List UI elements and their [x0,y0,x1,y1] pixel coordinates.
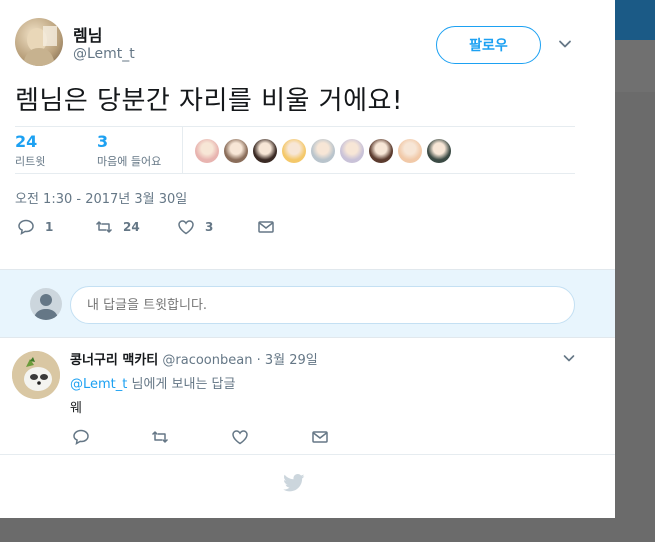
reply-input[interactable] [70,286,575,324]
retweet-icon[interactable] [151,428,169,446]
tweet-header: 렘님 @Lemt_t 팔로우 [15,18,600,70]
replying-to: @Lemt_t 님에게 보내는 답글 [70,373,235,392]
reply-mention-link[interactable]: @Lemt_t [70,377,127,392]
author-avatar[interactable] [15,18,63,66]
reply-icon[interactable] [72,428,90,446]
liker-avatar[interactable] [369,139,393,163]
liker-avatar[interactable] [398,139,422,163]
tweet-timestamp[interactable]: 오전 1:30 - 2017년 3월 30일 [15,188,187,207]
reply-icon [18,219,34,235]
retweet-icon [95,221,113,233]
reply-header: 콩너구리 맥카티 @racoonbean · 3월 29일 [70,349,318,368]
likes-label: 마음에 들어요 [97,155,162,168]
chevron-down-icon[interactable] [557,36,573,52]
retweets-label: 리트윗 [15,155,46,168]
reply-author-avatar[interactable] [12,351,60,399]
tweet-modal: 렘님 @Lemt_t 팔로우 렘님은 당분간 자리를 비울 거에요! 24 리트… [0,0,615,518]
reply-compose [0,269,615,338]
twitter-bird-icon [283,474,305,492]
replying-suffix: 님에게 보내는 답글 [127,377,236,392]
reply-tweet[interactable]: 콩너구리 맥카티 @racoonbean · 3월 29일 @Lemt_t 님에… [0,339,615,455]
retweets-stat[interactable]: 24 리트윗 [15,132,45,169]
user-avatar [30,288,62,320]
stats-divider [182,127,183,173]
reply-count: 1 [45,220,54,234]
tweet-text: 렘님은 당분간 자리를 비울 거에요! [15,86,403,116]
reply-date[interactable]: 3월 29일 [265,353,318,368]
like-action[interactable]: 3 [177,218,213,236]
dm-action[interactable] [257,218,275,236]
retweets-count: 24 [15,132,38,151]
author-handle[interactable]: @Lemt_t [73,46,135,62]
likes-count: 3 [97,132,109,151]
liker-avatar[interactable] [427,139,451,163]
chevron-down-icon[interactable] [562,351,576,365]
retweet-action[interactable]: 24 [95,218,140,236]
heart-icon [178,220,194,235]
mail-icon [258,221,274,233]
like-count: 3 [205,220,214,234]
liker-avatar[interactable] [340,139,364,163]
tweet-stats: 24 리트윗 3 마음에 들어요 [15,126,575,174]
reply-action[interactable]: 1 [17,218,53,236]
heart-icon[interactable] [231,428,249,446]
reply-author-name[interactable]: 콩너구리 맥카티 [70,353,158,368]
mail-icon[interactable] [311,428,329,446]
reply-author-handle[interactable]: @racoonbean [162,353,252,368]
liker-avatar[interactable] [311,139,335,163]
reply-separator: · [256,353,261,368]
liker-avatar[interactable] [195,139,219,163]
likes-stat[interactable]: 3 마음에 들어요 [97,132,161,169]
retweet-count: 24 [123,220,140,234]
follow-button[interactable]: 팔로우 [436,26,541,64]
author-name[interactable]: 렘님 [73,22,102,46]
liker-avatar[interactable] [224,139,248,163]
liker-avatar[interactable] [282,139,306,163]
reply-text: 웨 [70,401,82,416]
liker-avatar[interactable] [253,139,277,163]
